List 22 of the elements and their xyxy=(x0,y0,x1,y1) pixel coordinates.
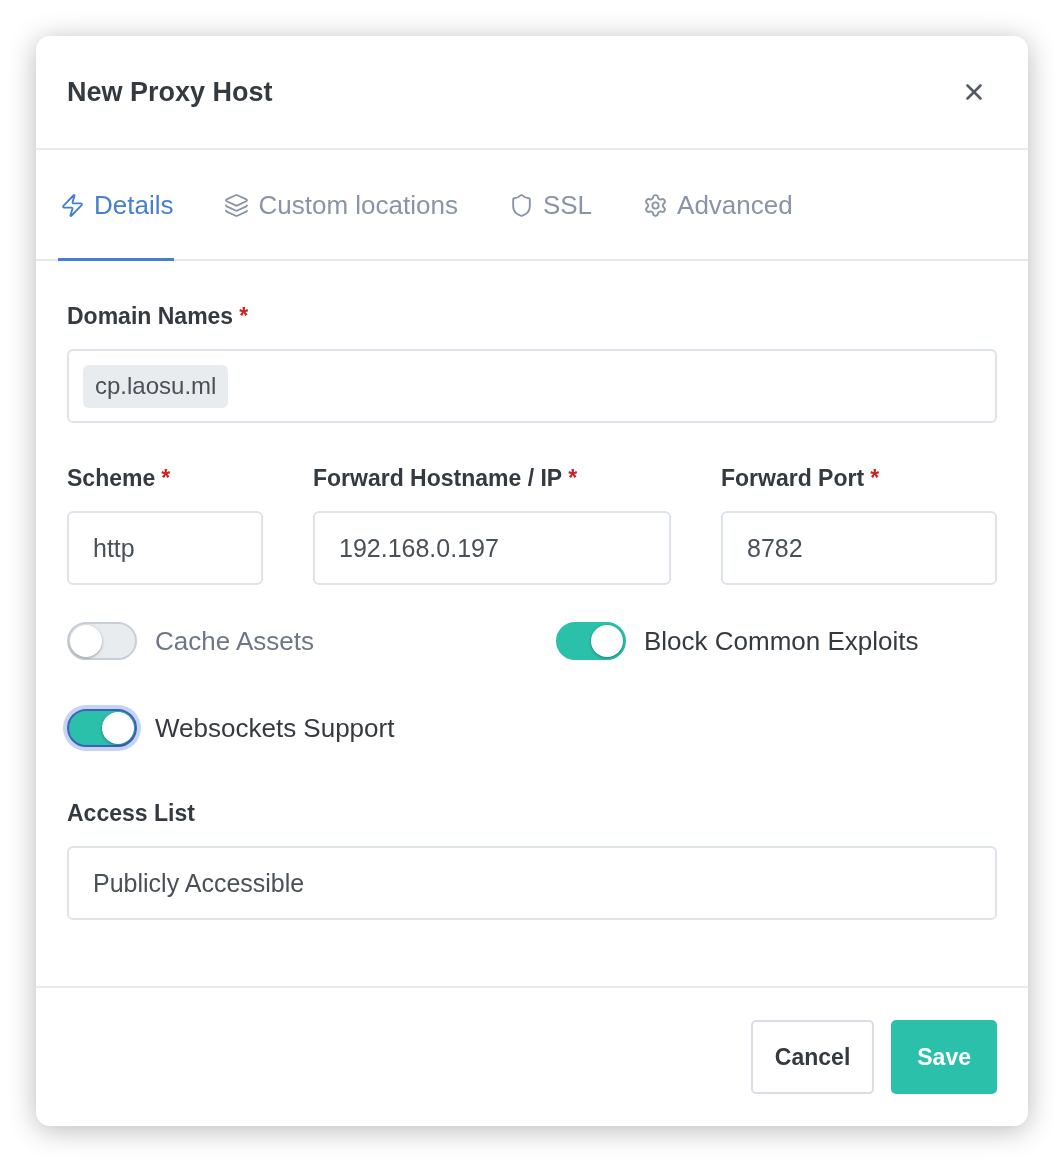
layers-icon xyxy=(224,193,250,218)
input-field[interactable]: 8782 xyxy=(721,511,997,585)
lightning-icon xyxy=(60,193,85,218)
input-field[interactable]: http xyxy=(67,511,263,585)
tab[interactable]: Details xyxy=(58,150,175,261)
field-label: Forward Hostname / IP * xyxy=(313,464,579,493)
input-field[interactable]: 192.168.0.197 xyxy=(313,511,671,585)
toggle-switch[interactable] xyxy=(67,709,137,747)
domain-tag: cp.laosu.ml xyxy=(83,364,229,408)
field-label: Scheme * xyxy=(67,464,172,493)
dialog-title: New Proxy Host xyxy=(67,76,273,108)
field-label: Access List xyxy=(67,799,196,828)
domain-names-field[interactable]: cp.laosu.ml xyxy=(67,349,997,423)
toggle-switch[interactable] xyxy=(556,622,626,660)
toggle-label: Cache Assets xyxy=(155,625,314,657)
toggle-label: Block Common Exploits xyxy=(644,625,919,657)
settings-icon xyxy=(643,193,669,218)
cancel-button[interactable]: Cancel xyxy=(750,1020,875,1094)
toggle-label: Websockets Support xyxy=(155,712,395,744)
field-label: Domain Names * xyxy=(67,302,250,331)
field-label: Forward Port * xyxy=(721,464,881,493)
select-field[interactable]: Publicly Accessible xyxy=(67,846,997,920)
